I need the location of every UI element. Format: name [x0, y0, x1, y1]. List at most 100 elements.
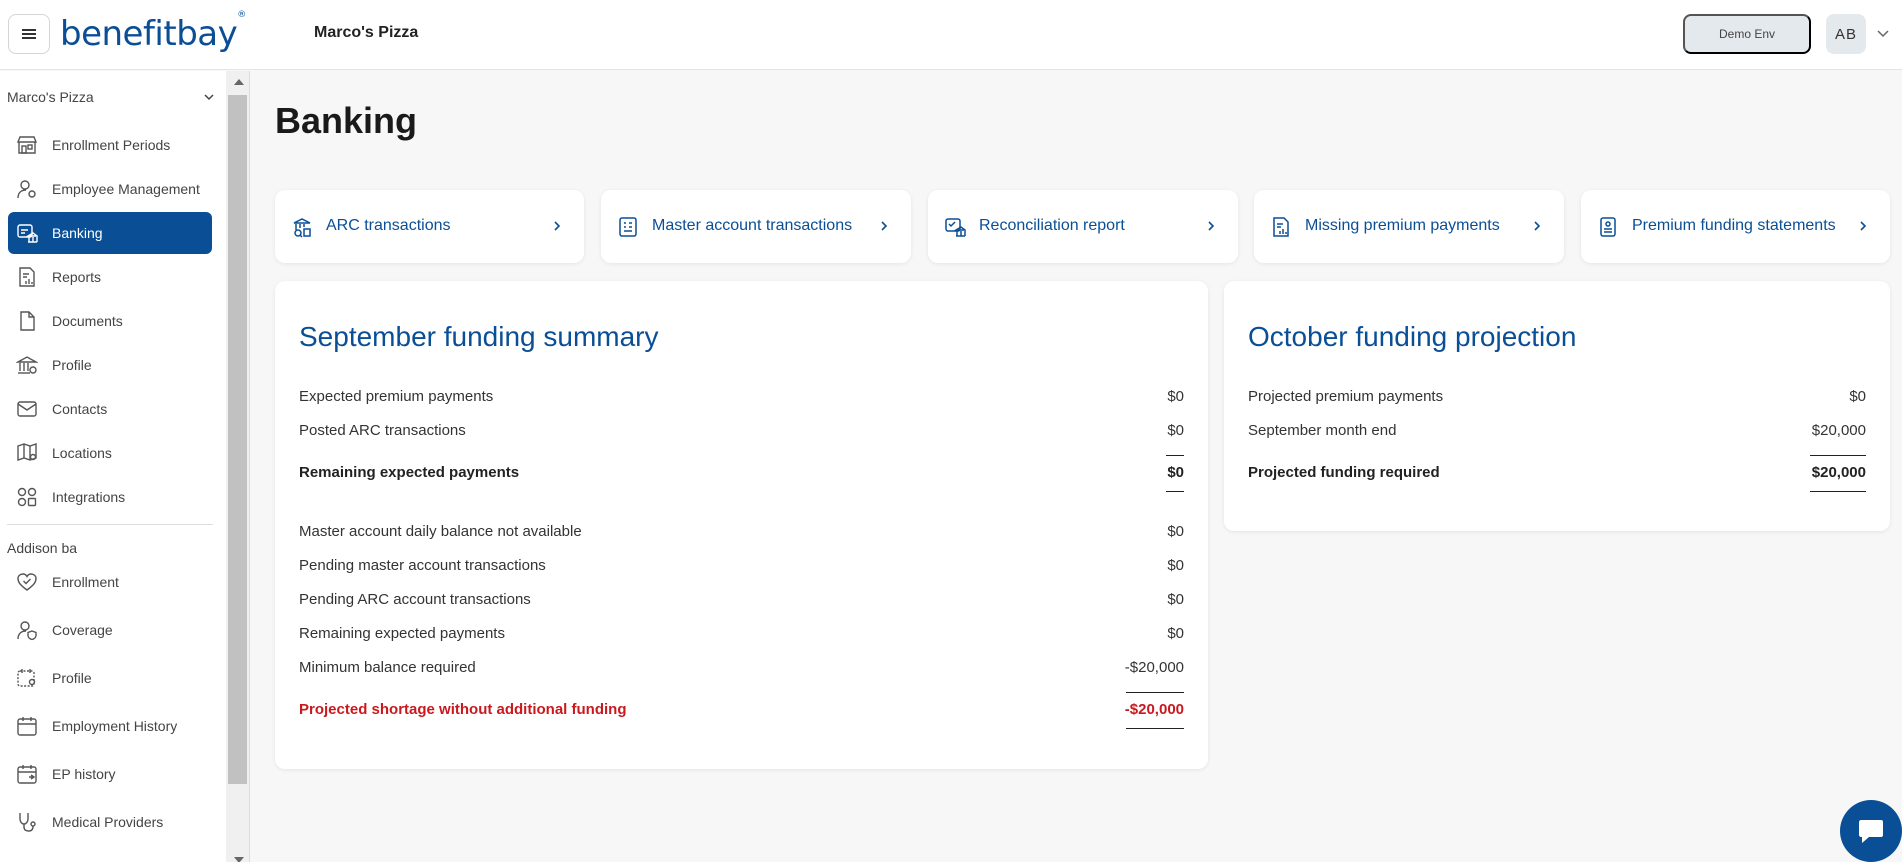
- chevron-right-icon: [1860, 221, 1867, 231]
- statement-icon: [1600, 217, 1616, 237]
- sidebar-item-locations[interactable]: Locations: [8, 432, 212, 474]
- row-label: Projected funding required: [1248, 464, 1440, 481]
- september-funding-summary-panel: September funding summary Expected premi…: [275, 281, 1208, 769]
- sidebar-item-medical-providers[interactable]: Medical Providers: [8, 801, 212, 843]
- row-value: $0: [1167, 591, 1184, 608]
- total-rule: [1810, 491, 1866, 492]
- sidebar-item-employment-history[interactable]: Employment History: [8, 705, 212, 747]
- sidebar-item-banking[interactable]: Banking: [8, 212, 212, 254]
- row-label: Remaining expected payments: [299, 464, 520, 481]
- scroll-thumb[interactable]: [228, 95, 247, 784]
- sidebar-item-label: Coverage: [52, 622, 113, 638]
- sidebar-item-label: Enrollment: [52, 574, 119, 590]
- summary-total-row: Remaining expected payments $0: [299, 464, 1184, 484]
- sidebar-item-employee-management[interactable]: Employee Management: [8, 168, 212, 210]
- top-header: benefitbay® Marco's Pizza Demo Env AB: [0, 0, 1902, 70]
- link-label: ARC transactions: [326, 217, 451, 234]
- sidebar-item-reports[interactable]: Reports: [8, 256, 212, 298]
- chevron-right-icon: [881, 221, 888, 231]
- projection-row: September month end $20,000: [1248, 422, 1866, 442]
- missing-report-icon: [1273, 217, 1289, 237]
- avatar[interactable]: AB: [1826, 14, 1866, 54]
- row-value: $0: [1167, 422, 1184, 439]
- sidebar-item-integrations[interactable]: Integrations: [8, 476, 212, 518]
- sidebar-item-label: Integrations: [52, 489, 126, 505]
- sidebar-item-documents[interactable]: Documents: [8, 300, 212, 342]
- sidebar-item-member-profile[interactable]: Profile: [8, 657, 212, 699]
- scroll-up-arrow-icon[interactable]: [234, 79, 244, 85]
- brand-logo[interactable]: benefitbay®: [60, 10, 246, 54]
- sidebar-item-label: Employment History: [52, 718, 178, 734]
- sidebar: Marco's Pizza Enrollment Periods Employe…: [0, 71, 226, 862]
- row-value: $0: [1849, 388, 1866, 405]
- link-label: Missing premium payments: [1305, 217, 1500, 234]
- row-label: Posted ARC transactions: [299, 422, 466, 439]
- chevron-right-icon: [1534, 221, 1541, 231]
- org-name: Marco's Pizza: [7, 89, 94, 105]
- summary-row: Pending master account transactions $0: [299, 557, 1184, 577]
- ledger-icon: [619, 217, 637, 237]
- reconcile-icon: [945, 218, 966, 237]
- row-label: Pending ARC account transactions: [299, 591, 531, 608]
- sidebar-item-contacts[interactable]: Contacts: [8, 388, 212, 430]
- total-rule: [1126, 728, 1184, 729]
- environment-button[interactable]: Demo Env: [1683, 14, 1811, 54]
- sidebar-item-label: Banking: [52, 225, 103, 241]
- sidebar-item-label: Locations: [52, 445, 112, 461]
- chevron-right-icon: [1208, 221, 1215, 231]
- stethoscope-icon: [15, 810, 39, 834]
- menu-button[interactable]: [8, 14, 50, 54]
- chevron-down-icon[interactable]: [1876, 26, 1890, 40]
- row-label: September month end: [1248, 422, 1397, 439]
- missing-premium-payments-link[interactable]: Missing premium payments: [1254, 190, 1564, 263]
- sidebar-item-label: Reports: [52, 269, 102, 285]
- bank-search-icon: [293, 218, 311, 238]
- row-value: -$20,000: [1124, 701, 1184, 718]
- sidebar-item-label: Enrollment Periods: [52, 137, 171, 153]
- sidebar-item-label: Profile: [52, 670, 92, 686]
- chat-button[interactable]: [1840, 800, 1902, 862]
- document-icon: [15, 309, 39, 333]
- link-label: Reconciliation report: [979, 217, 1125, 234]
- sidebar-item-coverage[interactable]: Coverage: [8, 609, 212, 651]
- chevron-down-icon: [204, 94, 214, 101]
- sidebar-item-enrollment-periods[interactable]: Enrollment Periods: [8, 124, 212, 166]
- row-label: Remaining expected payments: [299, 625, 505, 642]
- sidebar-item-ep-history[interactable]: EP history: [8, 753, 212, 795]
- sidebar-item-label: Documents: [52, 313, 123, 329]
- row-value: $0: [1167, 625, 1184, 642]
- summary-row: Posted ARC transactions $0: [299, 422, 1184, 442]
- sidebar-item-enrollment[interactable]: Enrollment: [8, 561, 212, 603]
- october-funding-projection-panel: October funding projection Projected pre…: [1224, 281, 1890, 531]
- link-label: Premium funding statements: [1632, 217, 1836, 234]
- row-value: $20,000: [1811, 464, 1866, 481]
- reconciliation-report-link[interactable]: Reconciliation report: [928, 190, 1238, 263]
- arc-transactions-link[interactable]: ARC transactions: [275, 190, 584, 263]
- summary-row: Expected premium payments $0: [299, 388, 1184, 408]
- org-selector[interactable]: Marco's Pizza: [7, 89, 215, 109]
- master-account-transactions-link[interactable]: Master account transactions: [601, 190, 911, 263]
- row-label: Minimum balance required: [299, 659, 476, 676]
- scroll-down-arrow-icon[interactable]: [234, 857, 244, 862]
- projection-row: Projected premium payments $0: [1248, 388, 1866, 408]
- integrations-icon: [15, 485, 39, 509]
- company-title: Marco's Pizza: [314, 24, 419, 41]
- sidebar-item-profile[interactable]: Profile: [8, 344, 212, 386]
- sidebar-scrollbar[interactable]: [226, 71, 250, 862]
- chat-bubble-icon: [1859, 820, 1883, 843]
- projection-total-row: Projected funding required $20,000: [1248, 464, 1866, 484]
- row-value: $0: [1167, 464, 1184, 481]
- bank-building-icon: [15, 353, 39, 377]
- premium-funding-statements-link[interactable]: Premium funding statements: [1581, 190, 1890, 263]
- hamburger-icon: [22, 29, 36, 39]
- row-label: Projected premium payments: [1248, 388, 1444, 405]
- sidebar-item-label: Medical Providers: [52, 814, 164, 830]
- summary-row: Minimum balance required -$20,000: [299, 659, 1184, 679]
- user-shield-icon: [15, 618, 39, 642]
- panel-title: October funding projection: [1248, 321, 1577, 352]
- sidebar-item-label: Employee Management: [52, 181, 200, 197]
- user-gear-icon: [15, 177, 39, 201]
- member-section-label: Addison ba: [7, 540, 78, 556]
- total-rule: [1810, 455, 1866, 456]
- total-rule: [1126, 692, 1184, 693]
